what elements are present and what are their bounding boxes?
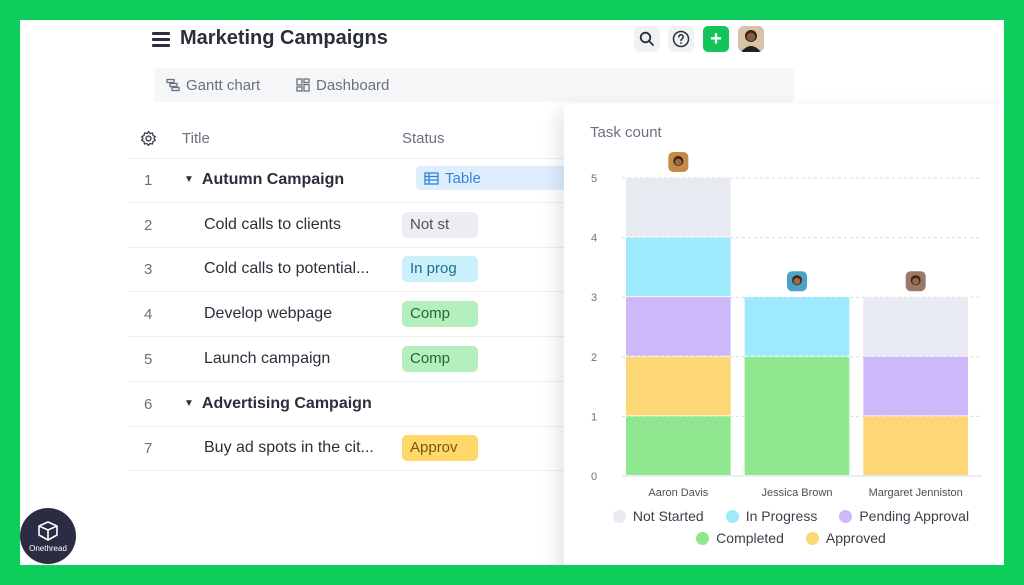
search-button[interactable] bbox=[634, 26, 660, 52]
legend-item[interactable]: Not Started bbox=[612, 508, 704, 524]
tab-dashboard[interactable]: Dashboard bbox=[288, 73, 397, 97]
title-text: Buy ad spots in the cit... bbox=[204, 439, 374, 457]
legend-swatch bbox=[696, 531, 710, 545]
user-avatar[interactable] bbox=[738, 26, 764, 52]
help-icon bbox=[672, 30, 690, 48]
add-button[interactable]: + bbox=[703, 26, 729, 52]
tab-label: Dashboard bbox=[316, 76, 390, 94]
legend-item[interactable]: Pending Approval bbox=[839, 508, 969, 524]
tab-gantt-chart[interactable]: Gantt chart bbox=[158, 73, 268, 97]
row-number: 4 bbox=[144, 306, 153, 324]
bar-segment-not-started bbox=[863, 297, 968, 356]
column-header-title[interactable]: Title bbox=[182, 130, 210, 147]
legend-swatch bbox=[805, 531, 819, 545]
help-button[interactable] bbox=[668, 26, 694, 52]
brand-name: Onethread bbox=[29, 543, 67, 553]
assignee-avatar bbox=[668, 152, 689, 172]
row-number: 7 bbox=[144, 440, 153, 458]
legend-row: Not Started In Progress Pending Approval bbox=[564, 508, 1004, 524]
app-window: Marketing Campaigns + Gantt chart Dashbo… bbox=[128, 20, 1004, 565]
row-number: 6 bbox=[144, 395, 153, 413]
status-badge[interactable]: Approv bbox=[402, 435, 478, 462]
assignee-avatar bbox=[787, 271, 807, 292]
onethread-logo: Onethread bbox=[20, 508, 76, 564]
chevron-down-icon[interactable]: ▼ bbox=[184, 398, 194, 409]
y-tick-label: 1 bbox=[591, 411, 597, 423]
title-text: Launch campaign bbox=[204, 349, 331, 367]
y-tick-label: 4 bbox=[591, 233, 597, 245]
legend-label: Not Started bbox=[632, 508, 704, 524]
title-text: Cold calls to clients bbox=[204, 215, 341, 233]
legend-swatch bbox=[725, 509, 739, 523]
status-badge[interactable]: Comp bbox=[402, 301, 478, 328]
task-title[interactable]: Cold calls to potential... bbox=[204, 260, 369, 278]
legend-label: Approved bbox=[825, 530, 886, 546]
legend-item[interactable]: In Progress bbox=[725, 508, 818, 524]
assignee-avatar bbox=[905, 271, 926, 292]
add-icon: + bbox=[710, 27, 722, 50]
legend-row: Completed Approved bbox=[564, 530, 1004, 546]
status-badge[interactable]: In prog bbox=[402, 256, 478, 283]
bar-segment-pending-approval bbox=[863, 356, 968, 416]
app-header: Marketing Campaigns + bbox=[128, 20, 804, 64]
legend-item[interactable]: Completed bbox=[696, 530, 784, 546]
settings-icon[interactable] bbox=[140, 130, 157, 147]
row-number: 5 bbox=[144, 350, 153, 368]
chevron-down-icon[interactable]: ▼ bbox=[184, 174, 194, 185]
y-tick-label: 5 bbox=[591, 173, 597, 185]
bar-segment-completed bbox=[744, 356, 850, 475]
column-header-status[interactable]: Status bbox=[402, 130, 445, 147]
tab-label: Gantt chart bbox=[186, 76, 261, 94]
title-text: Cold calls to potential... bbox=[204, 260, 370, 278]
title-text: Develop webpage bbox=[204, 305, 333, 323]
row-number: 1 bbox=[144, 172, 153, 189]
row-number: 3 bbox=[144, 261, 153, 279]
bar-segment-approved bbox=[863, 416, 968, 475]
group-title[interactable]: ▼ Autumn Campaign bbox=[184, 171, 344, 189]
y-tick-label: 0 bbox=[591, 471, 597, 483]
x-tick-label: Aaron Davis bbox=[648, 487, 708, 499]
bar-segment-in-progress bbox=[626, 237, 731, 297]
title-text: Advertising Campaign bbox=[201, 394, 372, 412]
task-title[interactable]: Develop webpage bbox=[204, 305, 332, 323]
x-tick-label: Jessica Brown bbox=[762, 487, 833, 499]
bar-segment-not-started bbox=[626, 178, 731, 237]
status-badge[interactable]: Not st bbox=[402, 211, 478, 238]
legend-label: Completed bbox=[716, 530, 784, 546]
bar-segment-approved bbox=[626, 356, 731, 416]
search-icon bbox=[639, 31, 654, 46]
legend-item[interactable]: Approved bbox=[805, 530, 886, 546]
view-tabs: Gantt chart Dashboard Table bbox=[154, 68, 1004, 190]
legend-swatch bbox=[839, 509, 853, 523]
legend-label: Pending Approval bbox=[859, 508, 970, 524]
page-title: Marketing Campaigns bbox=[180, 27, 388, 49]
status-badge[interactable]: Comp bbox=[402, 345, 478, 372]
title-text: Autumn Campaign bbox=[201, 171, 345, 188]
legend-label: In Progress bbox=[745, 508, 818, 524]
avatar-image bbox=[738, 26, 764, 52]
bar-segment-in-progress bbox=[744, 297, 850, 356]
stacked-bar-chart: 0 1 2 3 4 5 Aaron Davis Jessica Brown Margaret J… bbox=[591, 152, 982, 499]
screenshot-frame: Marketing Campaigns + Gantt chart Dashbo… bbox=[20, 20, 1004, 565]
task-title[interactable]: Buy ad spots in the cit... bbox=[204, 439, 374, 457]
bar-segment-pending-approval bbox=[626, 297, 731, 356]
chart-legend: Not Started In Progress Pending Approval Co… bbox=[564, 508, 1004, 552]
x-tick-label: Margaret Jenniston bbox=[869, 487, 963, 499]
onethread-logo-icon bbox=[38, 520, 58, 541]
gantt-icon bbox=[166, 78, 180, 92]
menu-icon[interactable] bbox=[152, 32, 170, 48]
bar-segment-completed bbox=[626, 416, 731, 475]
group-title[interactable]: ▼ Advertising Campaign bbox=[184, 395, 372, 413]
y-tick-label: 3 bbox=[591, 292, 597, 304]
dashboard-icon bbox=[296, 78, 310, 92]
task-count-chart-card: Task count 0 1 2 3 4 5 Aaron Davis Jessica Brow… bbox=[564, 104, 1004, 565]
y-tick-label: 2 bbox=[591, 352, 597, 364]
task-title[interactable]: Launch campaign bbox=[204, 350, 330, 368]
task-title[interactable]: Cold calls to clients bbox=[204, 216, 341, 234]
row-number: 2 bbox=[144, 216, 153, 234]
legend-swatch bbox=[612, 509, 626, 523]
